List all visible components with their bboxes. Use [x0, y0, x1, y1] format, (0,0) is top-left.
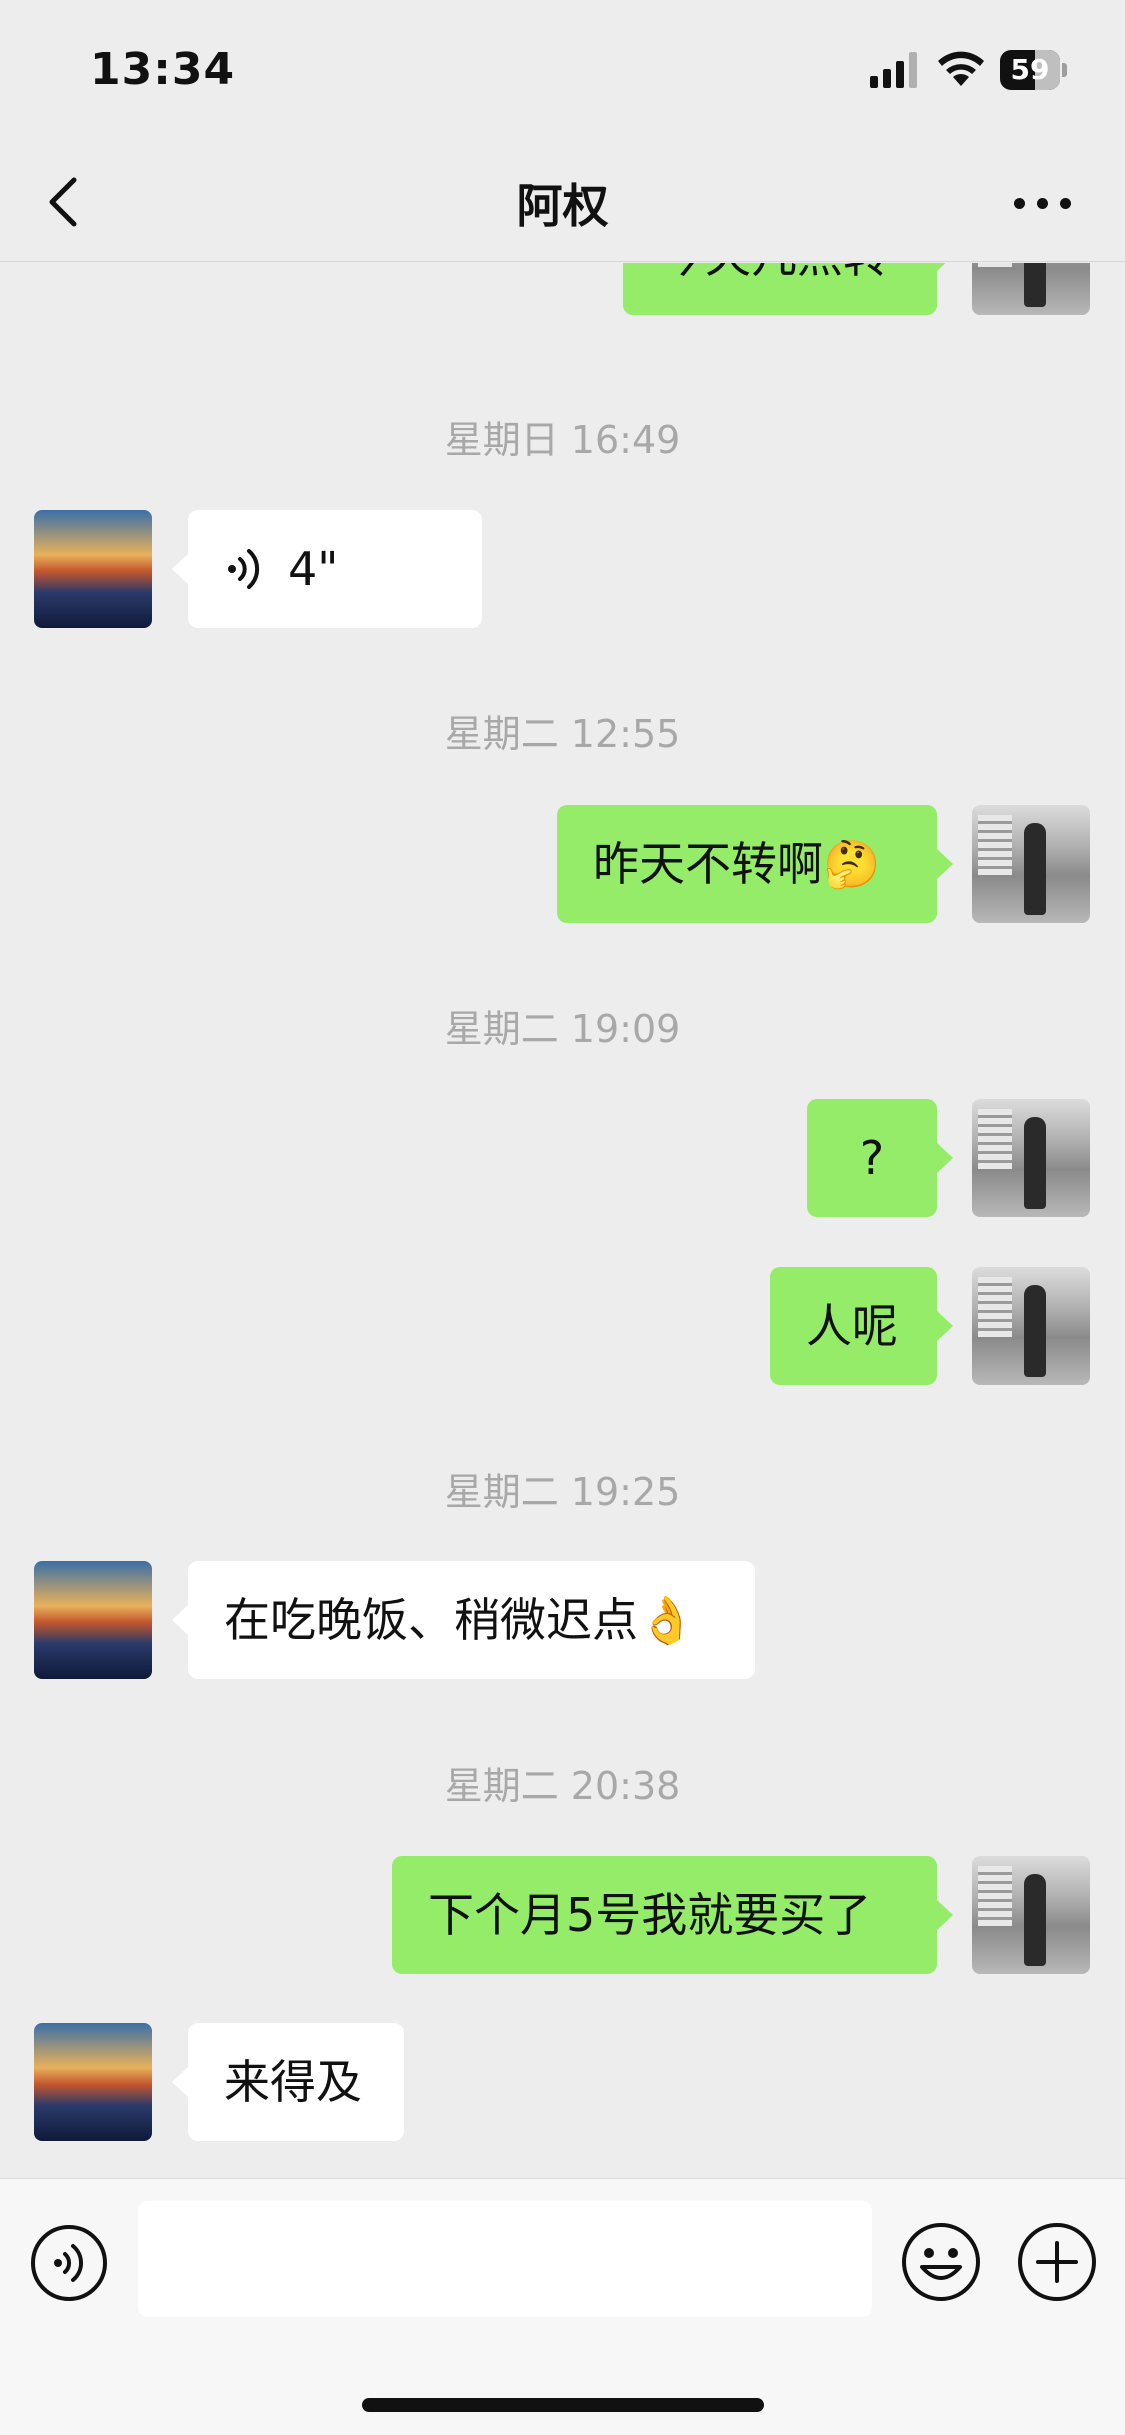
status-bar: 13:34 59	[0, 0, 1125, 140]
input-bar	[0, 2178, 1125, 2435]
avatar-me[interactable]	[972, 1267, 1090, 1385]
chat-title: 阿权	[516, 179, 609, 233]
avatar-me[interactable]	[972, 263, 1090, 315]
avatar-me[interactable]	[972, 1099, 1090, 1217]
more-dots-icon[interactable]	[1010, 186, 1076, 216]
message-input[interactable]	[138, 2201, 872, 2317]
avatar-contact[interactable]	[34, 510, 152, 628]
battery-level: 59	[1010, 53, 1050, 86]
avatar-me[interactable]	[972, 805, 1090, 923]
timestamp: 星期二 20:38	[444, 1764, 681, 1808]
message-bubble[interactable]: 下个月5号我就要买了	[392, 1856, 953, 1974]
message-text: ?	[859, 1131, 885, 1185]
timestamp: 星期日 16:49	[444, 418, 681, 462]
timestamp: 星期二 19:25	[444, 1470, 681, 1514]
voice-wave-icon	[228, 549, 260, 589]
plus-icon[interactable]	[1016, 2221, 1098, 2303]
battery-icon: 59	[1000, 50, 1067, 90]
voice-input-icon[interactable]	[30, 2224, 108, 2302]
message-bubble[interactable]: 昨天不转啊🤔	[557, 805, 953, 923]
chat-area[interactable]: 今天几点转 星期日 16:49 4" 星期二 12:55 昨天不转啊🤔 星期二 …	[0, 263, 1125, 2178]
message-bubble[interactable]: 在吃晚饭、稍微迟点👌	[172, 1561, 755, 1679]
message-bubble[interactable]: 来得及	[172, 2023, 404, 2141]
message-text: 昨天不转啊🤔	[593, 837, 881, 891]
message-text: 人呢	[806, 1299, 898, 1353]
message-text: 来得及	[224, 2055, 362, 2109]
voice-message-bubble[interactable]: 4"	[172, 510, 482, 628]
emoji-icon[interactable]	[900, 2221, 982, 2303]
message-text: 在吃晚饭、稍微迟点👌	[224, 1593, 696, 1647]
message-text: 下个月5号我就要买了	[428, 1888, 872, 1942]
message-bubble[interactable]: ?	[807, 1099, 953, 1217]
avatar-contact[interactable]	[34, 2023, 152, 2141]
timestamp: 星期二 19:09	[444, 1007, 681, 1051]
timestamp: 星期二 12:55	[444, 712, 681, 756]
message-text: 今天几点转	[659, 263, 889, 283]
message-bubble[interactable]: 今天几点转	[623, 263, 953, 315]
signal-icon	[870, 52, 917, 88]
wifi-icon	[938, 51, 984, 86]
nav-bar: 阿权	[0, 140, 1125, 262]
message-bubble[interactable]: 人呢	[770, 1267, 953, 1385]
home-indicator	[362, 2398, 764, 2412]
status-time: 13:34	[90, 44, 236, 95]
avatar-contact[interactable]	[34, 1561, 152, 1679]
avatar-me[interactable]	[972, 1856, 1090, 1974]
voice-duration: 4"	[288, 542, 339, 596]
